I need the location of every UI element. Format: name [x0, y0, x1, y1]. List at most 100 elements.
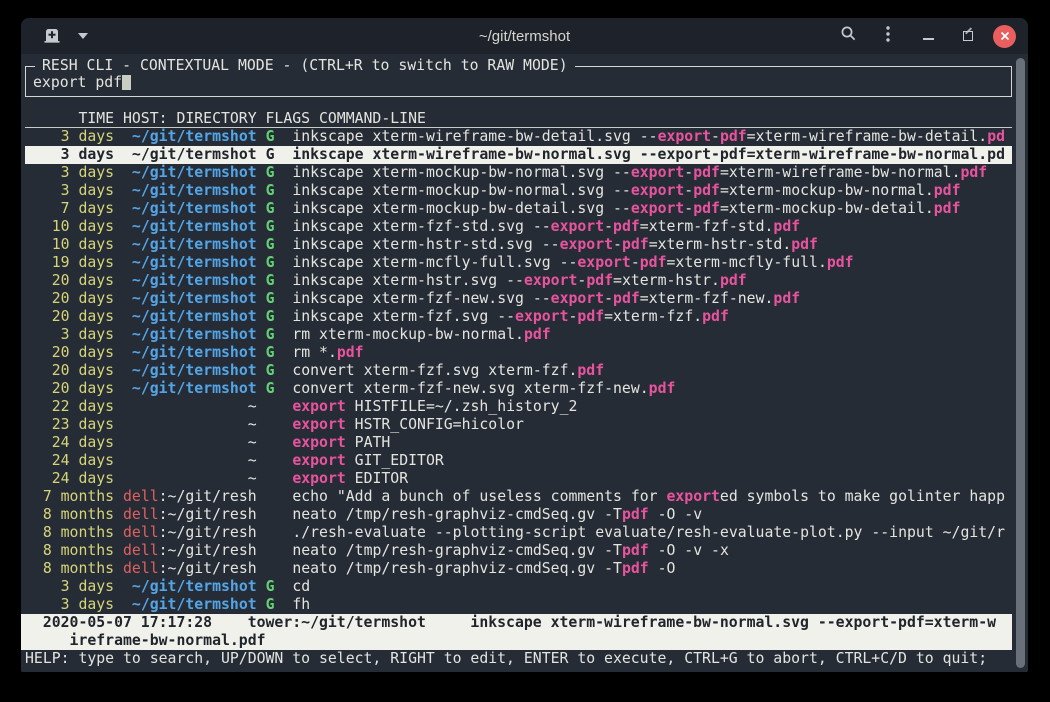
- row-time: 7 months: [25, 488, 123, 505]
- row-time: 3 days: [25, 326, 123, 343]
- row-command-segment: pdf: [720, 272, 747, 289]
- row-command-segment: ed symbols to make golinter happ: [720, 488, 1005, 505]
- history-row[interactable]: 10 days ~/git/termshot G inkscape xterm-…: [25, 218, 1012, 236]
- history-row[interactable]: 24 days ~ export GIT_EDITOR: [25, 452, 1012, 470]
- titlebar[interactable]: ~/git/termshot: [21, 18, 1028, 54]
- row-time: 7 days: [25, 200, 123, 217]
- selected-entry-line2: ireframe-bw-normal.pdf: [25, 632, 1012, 650]
- row-host: ~/git/termshot: [132, 326, 257, 343]
- row-host: ~/git/termshot: [132, 236, 257, 253]
- row-host: ~/git/termshot: [132, 578, 257, 595]
- row-command-segment: -: [711, 128, 720, 145]
- history-row[interactable]: 3 days ~/git/termshot G inkscape xterm-m…: [25, 182, 1012, 200]
- row-command-segment: =xterm-fzf-std.: [640, 218, 774, 235]
- history-row[interactable]: 3 days ~/git/termshot G cd: [25, 578, 1012, 596]
- menu-button[interactable]: [873, 21, 903, 51]
- tab-menu-button[interactable]: [78, 33, 88, 39]
- row-time: 20 days: [25, 344, 123, 361]
- row-time: 23 days: [25, 416, 123, 433]
- row-time: 19 days: [25, 254, 123, 271]
- row-command-segment: pdf: [693, 182, 720, 199]
- row-command-segment: rm *.: [292, 344, 337, 361]
- history-row[interactable]: 20 days ~/git/termshot G convert xterm-f…: [25, 380, 1012, 398]
- minimize-button[interactable]: [913, 21, 943, 51]
- row-command-segment: pdf: [622, 542, 649, 559]
- row-time: 20 days: [25, 380, 123, 397]
- row-command-segment: -: [684, 164, 693, 181]
- row-command-segment: inkscape xterm-mockup-bw-normal.svg --: [292, 182, 631, 199]
- history-row[interactable]: 20 days ~/git/termshot G rm *.pdf: [25, 344, 1012, 362]
- history-row[interactable]: 10 days ~/git/termshot G inkscape xterm-…: [25, 236, 1012, 254]
- row-command-segment: pdf: [337, 344, 364, 361]
- row-command-segment: pdf: [577, 362, 604, 379]
- row-command-segment: HISTFILE=~/.zsh_history_2: [346, 398, 578, 415]
- row-command-segment: pdf: [622, 506, 649, 523]
- row-command-segment: export: [524, 272, 577, 289]
- row-host: ~/git/termshot: [132, 272, 257, 289]
- history-row[interactable]: 3 days ~/git/termshot G rm xterm-mockup-…: [25, 326, 1012, 344]
- history-row[interactable]: 3 days ~/git/termshot G inkscape xterm-w…: [25, 146, 1012, 164]
- text-cursor: [122, 74, 131, 90]
- close-button[interactable]: [993, 25, 1016, 48]
- row-time: 22 days: [25, 398, 123, 415]
- row-time: 24 days: [25, 452, 123, 469]
- row-command-segment: pdf: [702, 308, 729, 325]
- terminal-window: ~/git/termshot: [21, 18, 1028, 672]
- search-button[interactable]: [833, 21, 863, 51]
- row-host: dell: [123, 488, 159, 505]
- row-command-segment: -: [577, 272, 586, 289]
- search-input[interactable]: export pdf: [33, 74, 1004, 92]
- row-command-segment: pdf: [622, 236, 649, 253]
- history-row[interactable]: 20 days ~/git/termshot G convert xterm-f…: [25, 362, 1012, 380]
- minimize-icon: [923, 38, 934, 40]
- history-row[interactable]: 20 days ~/git/termshot G inkscape xterm-…: [25, 290, 1012, 308]
- row-host: dell: [123, 542, 159, 559]
- history-row[interactable]: 8 months dell:~/git/resh ./resh-evaluate…: [25, 524, 1012, 542]
- kebab-menu-icon: [885, 25, 891, 48]
- row-host: dell: [123, 506, 159, 523]
- history-row[interactable]: 8 months dell:~/git/resh neato /tmp/resh…: [25, 542, 1012, 560]
- row-command-segment: export: [577, 254, 630, 271]
- history-row[interactable]: 3 days ~/git/termshot G fh: [25, 596, 1012, 614]
- row-host: ~: [248, 452, 257, 469]
- row-host: ~: [248, 398, 257, 415]
- row-command-segment: =xterm-fzf-new.: [640, 290, 774, 307]
- history-row[interactable]: 20 days ~/git/termshot G inkscape xterm-…: [25, 272, 1012, 290]
- scrollbar[interactable]: [1016, 58, 1025, 668]
- history-row[interactable]: 19 days ~/git/termshot G inkscape xterm-…: [25, 254, 1012, 272]
- row-command-segment: GIT_EDITOR: [346, 452, 444, 469]
- row-command-segment: pd: [987, 128, 1005, 145]
- history-row[interactable]: 20 days ~/git/termshot G inkscape xterm-…: [25, 308, 1012, 326]
- history-row[interactable]: 8 months dell:~/git/resh neato /tmp/resh…: [25, 506, 1012, 524]
- row-command-segment: pdf: [586, 272, 613, 289]
- row-command-segment: pdf: [934, 182, 961, 199]
- history-row[interactable]: 7 months dell:~/git/resh echo "Add a bun…: [25, 488, 1012, 506]
- row-host: ~/git/termshot: [132, 164, 257, 181]
- row-command-segment: inkscape xterm-wireframe-bw-detail.svg -…: [292, 128, 657, 145]
- restore-button[interactable]: [953, 21, 983, 51]
- row-command-segment: pdf: [827, 254, 854, 271]
- row-command-segment: -: [684, 182, 693, 199]
- history-row[interactable]: 8 months dell:~/git/resh neato /tmp/resh…: [25, 560, 1012, 578]
- row-time: 3 days: [25, 596, 123, 613]
- row-command-segment: export: [560, 236, 613, 253]
- row-command-segment: inkscape xterm-hstr.svg --: [292, 272, 524, 289]
- history-row[interactable]: 24 days ~ export PATH: [25, 434, 1012, 452]
- history-row[interactable]: 7 days ~/git/termshot G inkscape xterm-m…: [25, 200, 1012, 218]
- history-row[interactable]: 3 days ~/git/termshot G inkscape xterm-w…: [25, 128, 1012, 146]
- row-command-segment: =xterm-mcfly-full.: [667, 254, 827, 271]
- row-command-segment: pdf: [613, 218, 640, 235]
- row-command-segment: inkscape xterm-mockup-bw-detail.svg --: [292, 200, 631, 217]
- history-row[interactable]: 23 days ~ export HSTR_CONFIG=hicolor: [25, 416, 1012, 434]
- history-row[interactable]: 22 days ~ export HISTFILE=~/.zsh_history…: [25, 398, 1012, 416]
- row-host: :~/git/resh: [159, 524, 257, 541]
- row-command-segment: =xterm-mockup-bw-detail.: [720, 200, 934, 217]
- history-row[interactable]: 24 days ~ export EDITOR: [25, 470, 1012, 488]
- row-command-segment: -: [684, 200, 693, 217]
- row-command-segment: pdf: [649, 380, 676, 397]
- row-command-segment: pdf: [524, 326, 551, 343]
- row-command-segment: pdf: [640, 254, 667, 271]
- history-row[interactable]: 3 days ~/git/termshot G inkscape xterm-m…: [25, 164, 1012, 182]
- row-command-segment: export: [631, 200, 684, 217]
- new-tab-button[interactable]: [43, 27, 62, 46]
